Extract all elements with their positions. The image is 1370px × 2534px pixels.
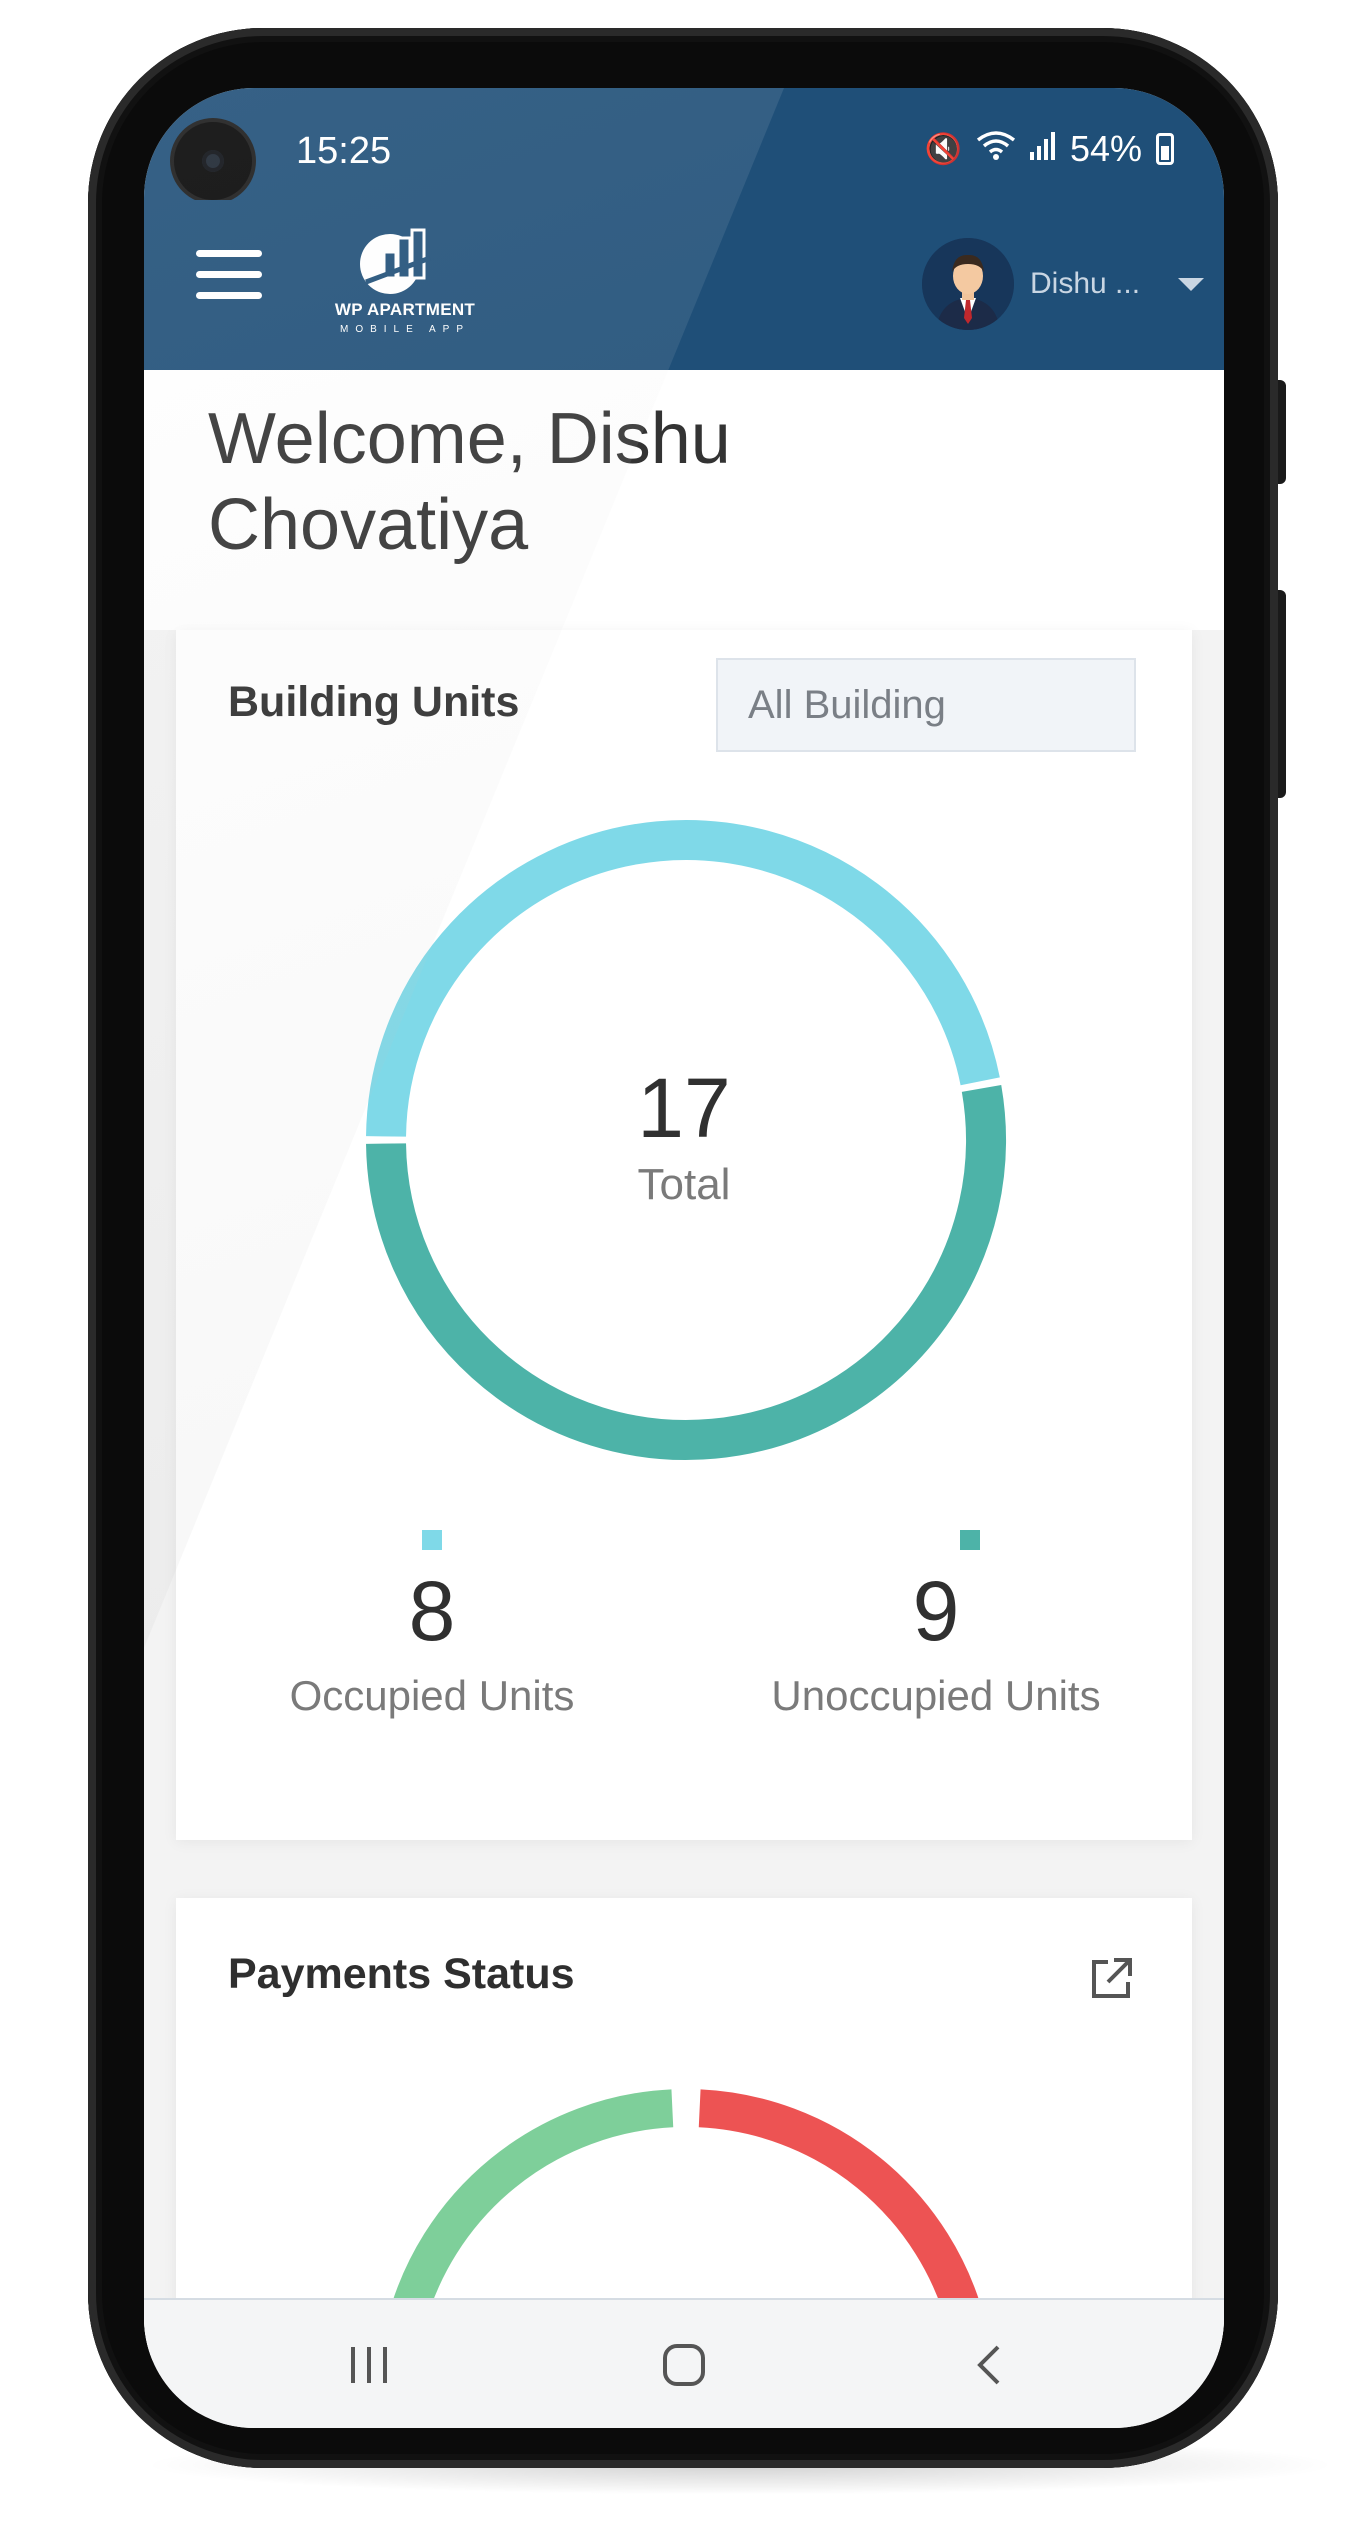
volume-button <box>1278 590 1286 798</box>
total-value: 17 <box>637 1061 731 1155</box>
phone-screen: 15:25 🔇 54% WP APARTMENT MOBILE APP Dish… <box>144 88 1224 2428</box>
app-logo: WP APARTMENT MOBILE APP <box>330 228 480 348</box>
chevron-down-icon <box>1178 277 1205 291</box>
signal-icon <box>1029 130 1056 168</box>
logo-subtitle: MOBILE APP <box>339 324 471 335</box>
mute-icon: 🔇 <box>924 132 962 166</box>
unpaid-arc <box>698 2089 986 2331</box>
building-logo-icon <box>360 228 431 294</box>
welcome-section: Welcome, Dishu Chovatiya <box>144 370 1224 630</box>
battery-icon <box>1156 133 1174 165</box>
total-label: Total <box>637 1160 731 1209</box>
front-camera <box>174 122 252 200</box>
power-button <box>1278 380 1286 484</box>
menu-icon[interactable] <box>196 250 262 300</box>
status-bar: 15:25 🔇 54% <box>144 88 1224 200</box>
unoccupied-value: 9 <box>912 1564 960 1658</box>
status-time: 15:25 <box>296 130 392 172</box>
user-name: Dishu ... <box>1030 267 1141 300</box>
back-icon[interactable] <box>944 2330 1034 2400</box>
logo-title: WP APARTMENT <box>334 300 476 319</box>
building-units-card: Building Units All Building 17 Total 8 O… <box>176 630 1192 1840</box>
dashboard-content: Welcome, Dishu Chovatiya Building Units … <box>144 370 1224 2378</box>
battery-percent: 54% <box>1069 128 1142 169</box>
welcome-line-2: Chovatiya <box>208 485 529 565</box>
card-title: Building Units <box>228 678 520 726</box>
welcome-line-1: Welcome, Dishu <box>208 399 731 479</box>
wifi-icon <box>976 129 1016 169</box>
app-bar: WP APARTMENT MOBILE APP Dishu ... <box>144 200 1224 370</box>
recent-apps-icon[interactable] <box>324 2330 414 2400</box>
avatar <box>922 238 1014 330</box>
paid-arc <box>386 2089 674 2331</box>
legend-swatch-occupied <box>422 1530 442 1550</box>
external-link-icon[interactable] <box>1086 1954 1136 2004</box>
unoccupied-label: Unoccupied Units <box>771 1672 1101 1719</box>
occupied-label: Occupied Units <box>289 1672 575 1719</box>
legend-unoccupied: 9 Unoccupied Units <box>736 1530 1136 1720</box>
page-title: Welcome, Dishu Chovatiya <box>208 396 908 568</box>
building-filter-select[interactable]: All Building <box>716 658 1136 752</box>
card-title: Payments Status <box>228 1950 575 1998</box>
home-icon[interactable] <box>639 2330 729 2400</box>
legend-occupied: 8 Occupied Units <box>232 1530 632 1720</box>
occupied-value: 8 <box>408 1564 456 1658</box>
legend-swatch-unoccupied <box>960 1530 980 1550</box>
system-nav-bar <box>144 2298 1224 2428</box>
status-icons: 🔇 54% <box>925 128 1174 170</box>
user-menu[interactable]: Dishu ... <box>922 236 1205 332</box>
